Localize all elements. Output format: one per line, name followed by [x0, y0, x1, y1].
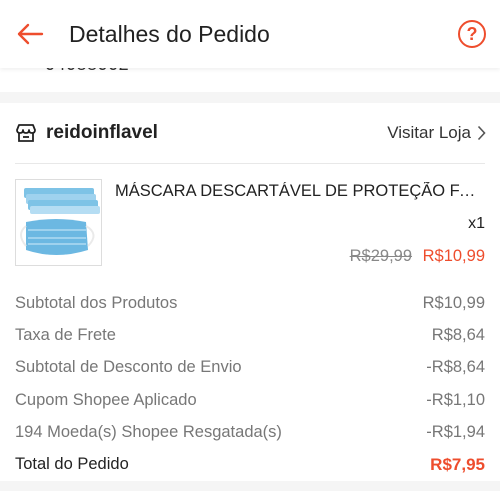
- summary-value: R$10,99: [422, 293, 485, 312]
- summary-row: Subtotal de Desconto de Envio -R$8,64: [15, 352, 485, 384]
- summary-label: Cupom Shopee Aplicado: [15, 390, 197, 409]
- top-app-bar: Detalhes do Pedido ?: [0, 0, 500, 68]
- shop-row: reidoinflavel Visitar Loja: [0, 103, 500, 163]
- current-price: R$10,99: [422, 247, 485, 265]
- summary-value: -R$8,64: [426, 358, 485, 377]
- summary-label: Taxa de Frete: [15, 325, 116, 344]
- order-total-row: Total do Pedido R$7,95: [15, 448, 485, 480]
- summary-row: Taxa de Frete R$8,64: [15, 319, 485, 351]
- summary-row: 194 Moeda(s) Shopee Resgatada(s) -R$1,94: [15, 416, 485, 448]
- shop-name: reidoinflavel: [46, 122, 158, 143]
- order-total-value: R$7,95: [430, 454, 485, 474]
- order-total-label: Total do Pedido: [15, 455, 129, 474]
- divider: [15, 163, 485, 164]
- summary-row: Cupom Shopee Aplicado -R$1,10: [15, 384, 485, 416]
- shop-icon: [16, 124, 36, 142]
- summary-value: R$8,64: [431, 325, 485, 344]
- visit-shop-link[interactable]: Visitar Loja: [387, 123, 486, 143]
- back-button[interactable]: [12, 17, 48, 51]
- product-prices: R$29,99 R$10,99: [350, 247, 485, 266]
- summary-value: -R$1,10: [426, 390, 485, 409]
- original-price: R$29,99: [349, 247, 413, 265]
- help-button[interactable]: ?: [458, 20, 486, 48]
- visit-shop-label: Visitar Loja: [387, 123, 471, 142]
- order-card: reidoinflavel Visitar Loja MÁSCARA DESCA…: [0, 103, 500, 481]
- mask-image-icon: [16, 180, 101, 265]
- summary-label: Subtotal de Desconto de Envio: [15, 358, 242, 377]
- order-info-strip: 04088002: [0, 68, 500, 92]
- summary-label: Subtotal dos Produtos: [15, 293, 178, 312]
- order-info-text: 04088002: [45, 68, 129, 75]
- product-name[interactable]: MÁSCARA DESCARTÁVEL DE PROTEÇÃO FACIAL: [115, 182, 485, 201]
- summary-label: 194 Moeda(s) Shopee Resgatada(s): [15, 422, 282, 441]
- product-image[interactable]: [15, 179, 102, 266]
- summary-value: -R$1,94: [426, 422, 485, 441]
- price-summary: Subtotal dos Produtos R$10,99 Taxa de Fr…: [15, 287, 485, 481]
- question-mark-icon: ?: [466, 23, 478, 44]
- page-title: Detalhes do Pedido: [69, 21, 270, 47]
- summary-row: Subtotal dos Produtos R$10,99: [15, 287, 485, 319]
- arrow-left-icon: [17, 23, 44, 45]
- chevron-right-icon: [477, 125, 486, 141]
- product-quantity: x1: [468, 215, 485, 232]
